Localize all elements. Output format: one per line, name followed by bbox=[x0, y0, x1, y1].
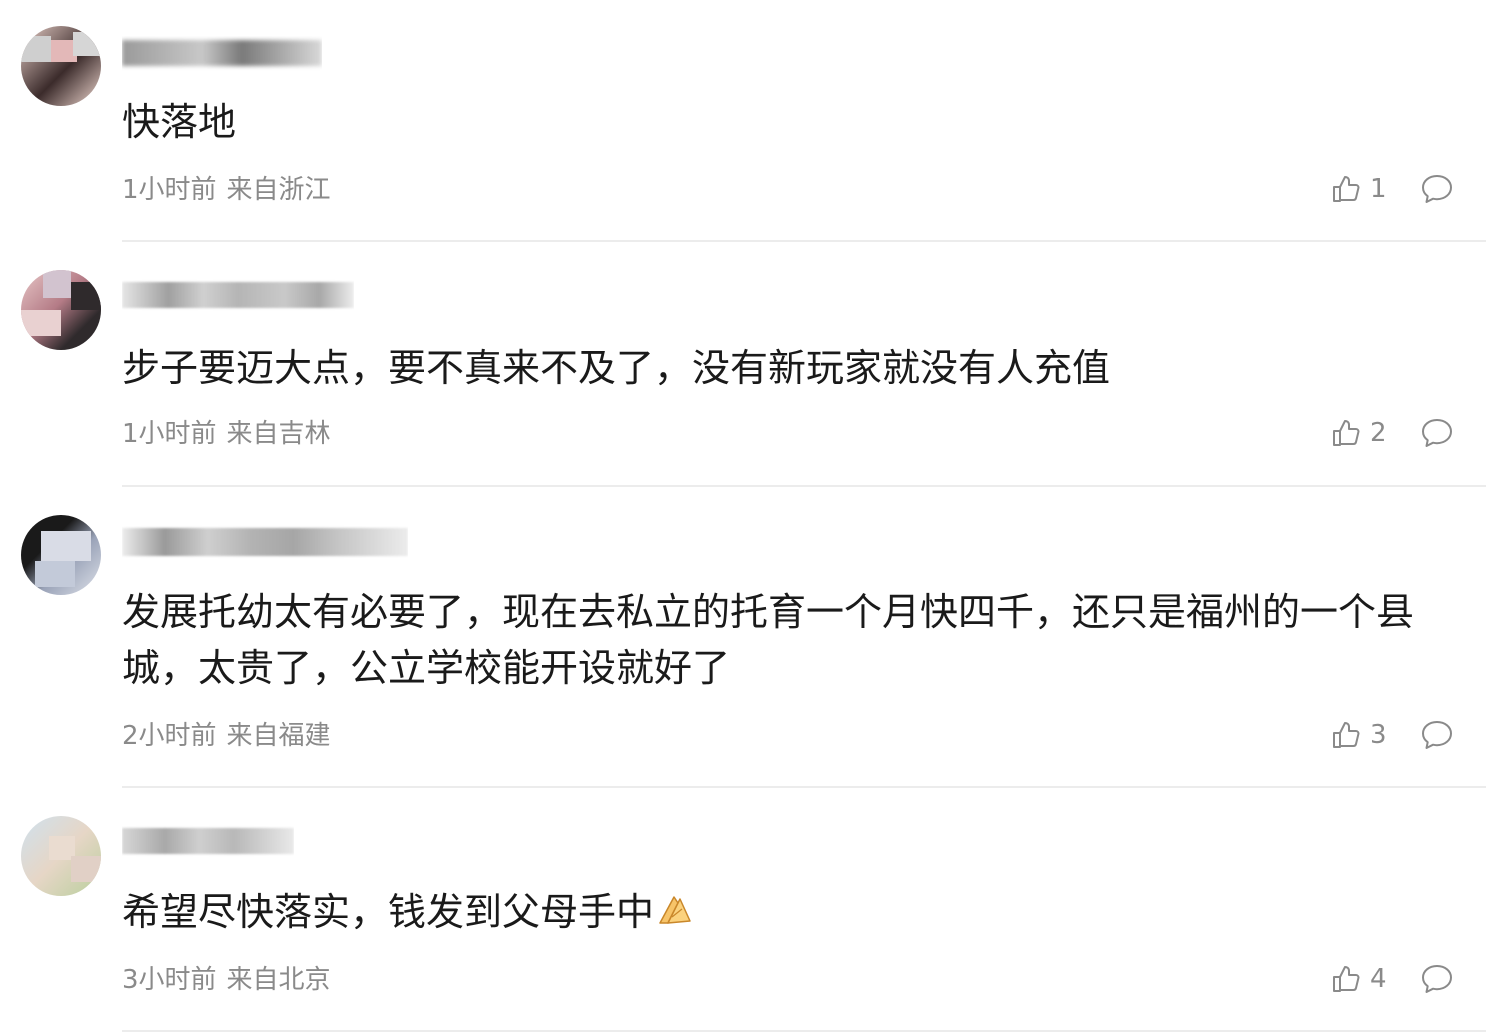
like-count: 1 bbox=[1370, 174, 1387, 204]
divider bbox=[122, 485, 1486, 487]
folded-hands-emoji-icon bbox=[659, 896, 691, 924]
comment-time: 3小时前 bbox=[122, 965, 217, 995]
comment-meta: 3小时前 来自北京 bbox=[122, 964, 331, 996]
like-button[interactable]: 2 bbox=[1330, 416, 1387, 450]
comment-location: 来自福建 bbox=[226, 721, 331, 751]
avatar[interactable] bbox=[21, 270, 101, 350]
thumbs-up-icon bbox=[1333, 722, 1360, 748]
comment-meta: 1小时前 来自吉林 bbox=[122, 418, 331, 450]
divider bbox=[122, 240, 1486, 242]
username-blurred[interactable] bbox=[122, 270, 354, 316]
comment-text: 希望尽快落实，钱发到父母手中 bbox=[122, 884, 1462, 940]
reply-bubble-icon[interactable] bbox=[1420, 718, 1454, 752]
comment-meta: 2小时前 来自福建 bbox=[122, 720, 331, 752]
like-button[interactable]: 1 bbox=[1330, 172, 1387, 206]
reply-bubble-icon[interactable] bbox=[1420, 416, 1454, 450]
like-count: 2 bbox=[1370, 418, 1387, 448]
comment-time: 1小时前 bbox=[122, 175, 217, 205]
comment-text-content: 希望尽快落实，钱发到父母手中 bbox=[122, 890, 655, 934]
reply-bubble-icon[interactable] bbox=[1420, 172, 1454, 206]
comment-location: 来自吉林 bbox=[226, 419, 331, 449]
comment-location: 来自浙江 bbox=[226, 175, 331, 205]
like-count: 3 bbox=[1370, 720, 1387, 750]
comment-text: 快落地 bbox=[122, 100, 237, 144]
username-blurred[interactable] bbox=[122, 516, 408, 562]
comment-time: 1小时前 bbox=[122, 419, 217, 449]
like-count: 4 bbox=[1370, 964, 1387, 994]
comment-time: 2小时前 bbox=[122, 721, 217, 751]
avatar[interactable] bbox=[21, 515, 101, 595]
avatar[interactable] bbox=[21, 816, 101, 896]
like-button[interactable]: 3 bbox=[1330, 718, 1387, 752]
divider bbox=[122, 1030, 1486, 1032]
username-blurred[interactable] bbox=[122, 820, 294, 866]
username-blurred[interactable] bbox=[122, 36, 322, 82]
comment-location: 来自北京 bbox=[226, 965, 331, 995]
thumbs-up-icon bbox=[1333, 176, 1360, 202]
comment-meta: 1小时前 来自浙江 bbox=[122, 174, 331, 206]
divider bbox=[122, 786, 1486, 788]
comment-text: 发展托幼太有必要了，现在去私立的托育一个月快四千，还只是福州的一个县城，太贵了，… bbox=[122, 590, 1415, 690]
comment-text: 步子要迈大点，要不真来不及了，没有新玩家就没有人充值 bbox=[122, 346, 1111, 390]
avatar[interactable] bbox=[21, 26, 101, 106]
reply-bubble-icon[interactable] bbox=[1420, 962, 1454, 996]
thumbs-up-icon bbox=[1333, 420, 1360, 446]
like-button[interactable]: 4 bbox=[1330, 962, 1387, 996]
thumbs-up-icon bbox=[1333, 966, 1360, 992]
